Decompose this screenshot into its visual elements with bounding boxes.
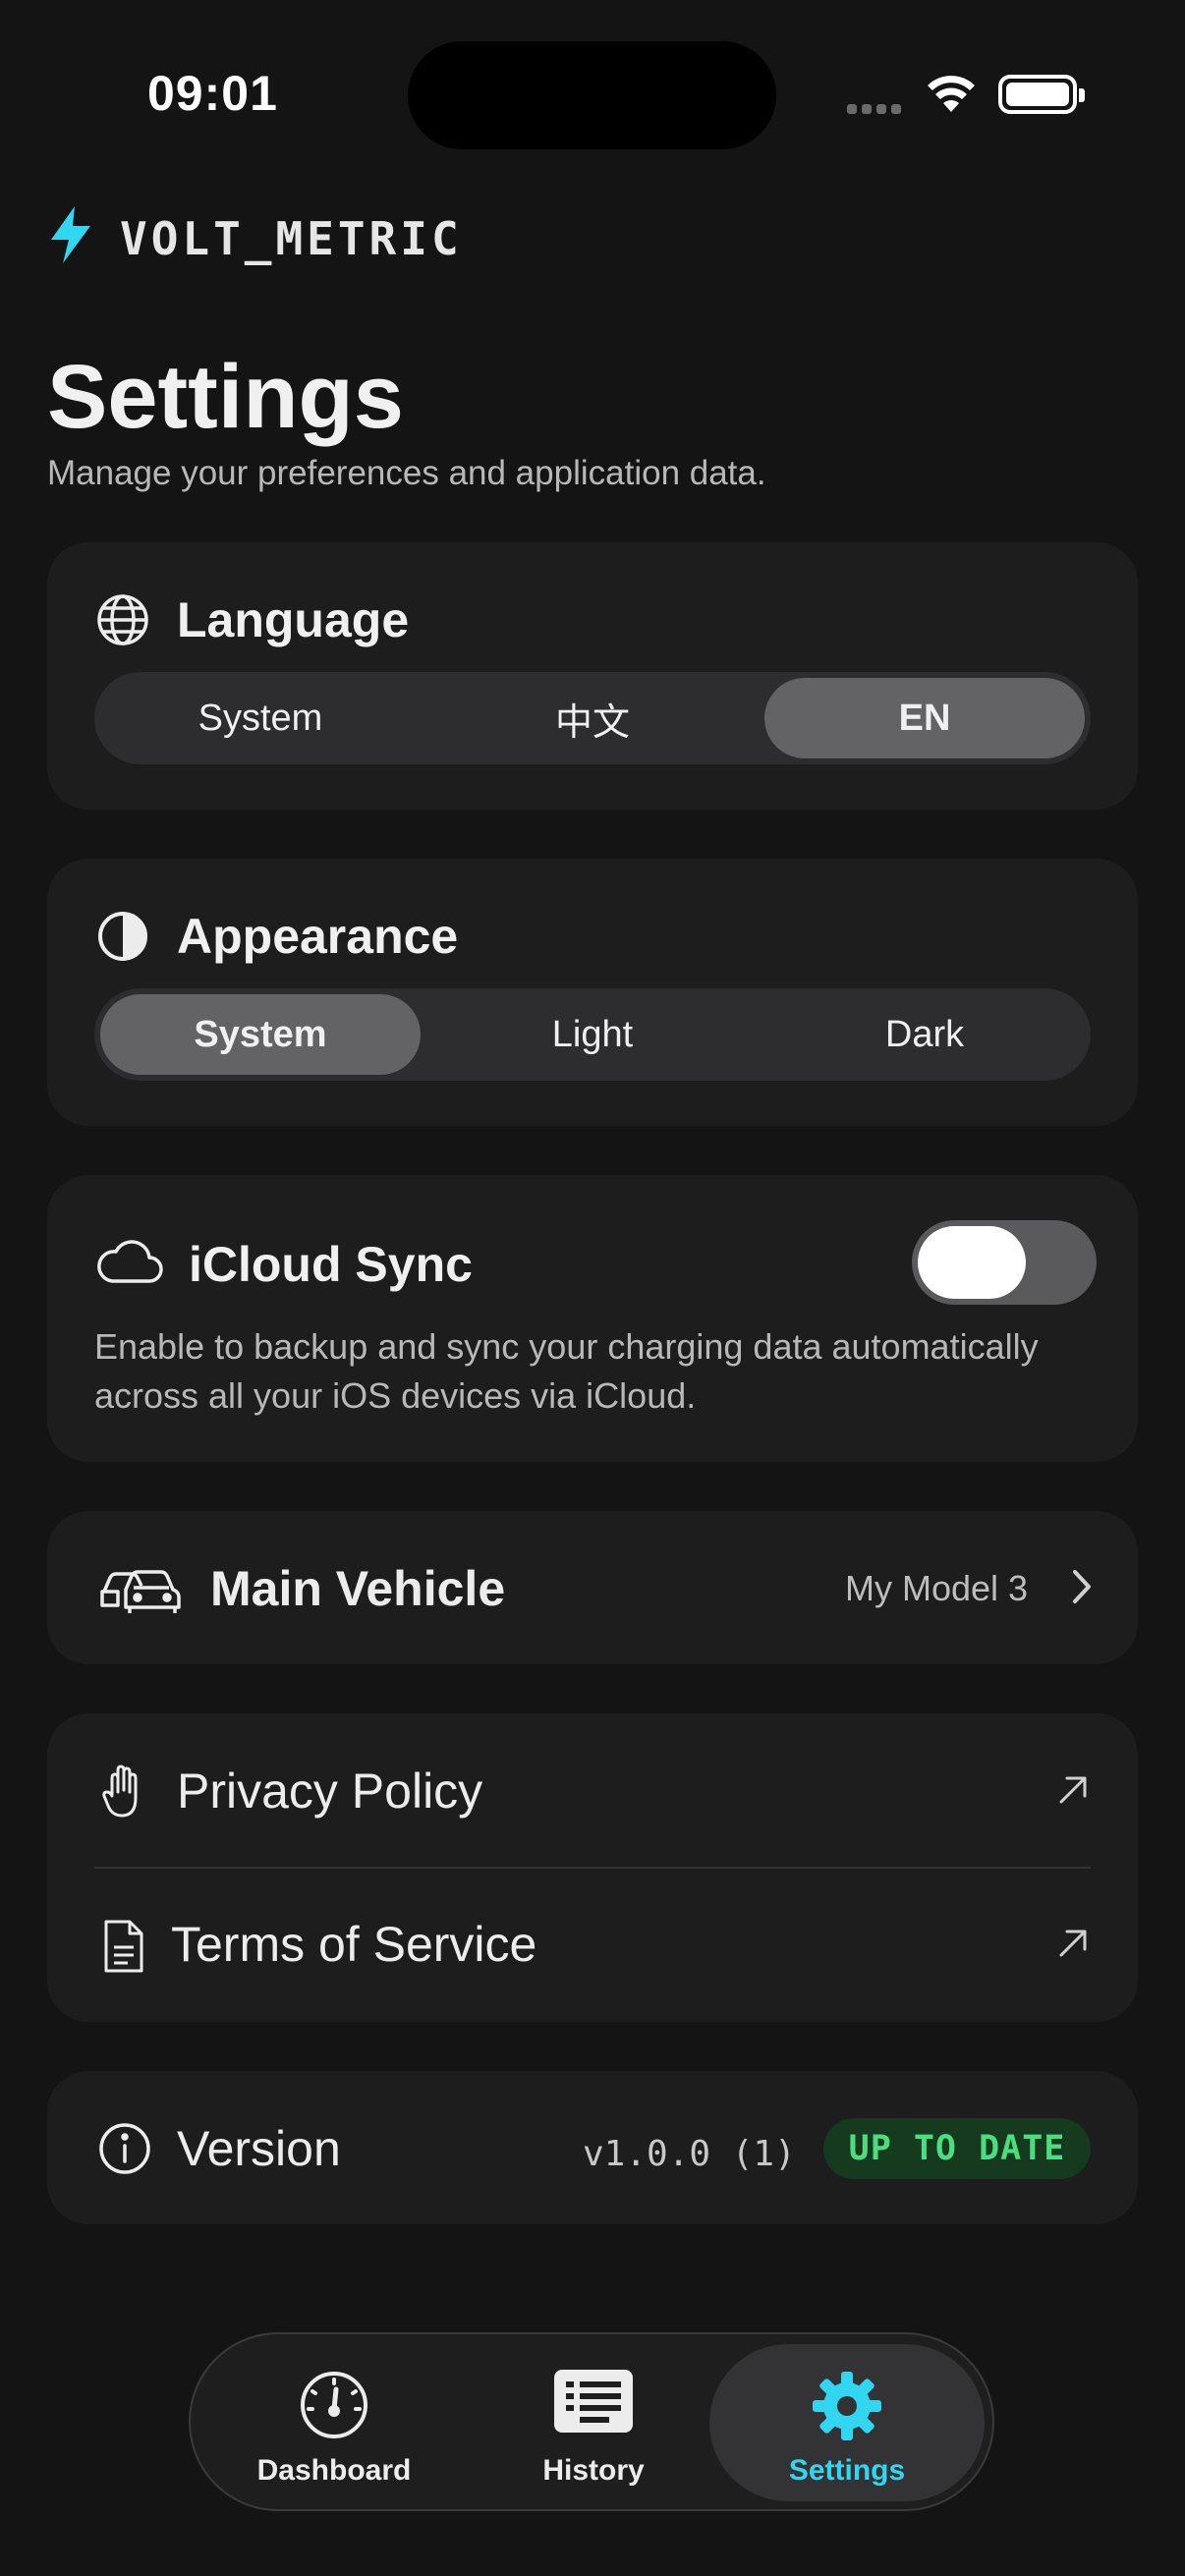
car-icon <box>98 1562 183 1618</box>
appearance-option-dark[interactable]: Dark <box>764 994 1085 1075</box>
language-option-system[interactable]: System <box>100 678 421 758</box>
language-segmented-control: System 中文 EN <box>94 672 1091 764</box>
appearance-option-system[interactable]: System <box>100 994 421 1075</box>
tab-bar: Dashboard History Settings <box>189 2332 994 2511</box>
version-value: v1.0.0 (1) <box>583 2134 796 2174</box>
language-option-en[interactable]: EN <box>764 678 1085 758</box>
icloud-sync-card: iCloud Sync Enable to backup and sync yo… <box>47 1175 1138 1462</box>
main-vehicle-value: My Model 3 <box>845 1568 1029 1608</box>
version-label: Version <box>177 2121 341 2176</box>
language-option-chinese[interactable]: 中文 <box>432 678 753 758</box>
status-time: 09:01 <box>147 66 278 121</box>
toggle-knob <box>918 1226 1026 1299</box>
icloud-sync-toggle[interactable] <box>912 1220 1097 1305</box>
tab-label: Settings <box>788 2454 906 2487</box>
tab-label: Dashboard <box>256 2454 412 2487</box>
battery-icon <box>998 75 1085 114</box>
language-title: Language <box>177 592 410 647</box>
gauge-icon <box>197 2370 472 2440</box>
lightning-bolt-icon <box>49 206 92 268</box>
icloud-sync-description: Enable to backup and sync your charging … <box>94 1326 1039 1416</box>
privacy-policy-label[interactable]: Privacy Policy <box>177 1763 482 1820</box>
cellular-signal-icon <box>847 101 906 119</box>
divider <box>94 1867 1091 1869</box>
page-subtitle: Manage your preferences and application … <box>47 454 766 492</box>
appearance-option-light[interactable]: Light <box>432 994 753 1075</box>
version-card: Version v1.0.0 (1) UP TO DATE <box>47 2071 1138 2224</box>
contrast-icon <box>96 910 149 968</box>
main-vehicle-label: Main Vehicle <box>210 1561 506 1616</box>
appearance-card: Appearance System Light Dark <box>47 859 1138 1126</box>
list-icon <box>456 2370 731 2433</box>
wifi-icon <box>926 73 977 117</box>
up-to-date-badge: UP TO DATE <box>823 2118 1091 2179</box>
tab-settings[interactable]: Settings <box>709 2344 985 2501</box>
legal-card: Privacy Policy Terms of Service <box>47 1713 1138 2022</box>
tab-history[interactable]: History <box>456 2344 731 2501</box>
hand-raised-icon <box>102 1764 145 1824</box>
brand-name: VOLT_METRIC <box>120 212 463 265</box>
icloud-sync-title: iCloud Sync <box>189 1237 473 1292</box>
terms-of-service-label[interactable]: Terms of Service <box>171 1916 536 1973</box>
globe-icon <box>96 593 149 651</box>
tab-dashboard[interactable]: Dashboard <box>197 2344 472 2501</box>
external-link-arrow-icon[interactable] <box>1057 1928 1089 1964</box>
dynamic-island <box>408 41 776 149</box>
gear-icon <box>709 2370 985 2442</box>
info-icon <box>98 2122 151 2180</box>
tab-label: History <box>542 2454 645 2487</box>
page-title: Settings <box>47 347 404 447</box>
external-link-arrow-icon[interactable] <box>1057 1774 1089 1811</box>
language-card: Language System 中文 EN <box>47 542 1138 810</box>
appearance-segmented-control: System Light Dark <box>94 988 1091 1081</box>
cloud-icon <box>96 1238 163 1290</box>
chevron-right-icon <box>1071 1568 1093 1610</box>
main-vehicle-row[interactable]: Main Vehicle My Model 3 <box>47 1511 1138 1664</box>
document-icon <box>102 1920 145 1978</box>
appearance-title: Appearance <box>177 909 459 964</box>
